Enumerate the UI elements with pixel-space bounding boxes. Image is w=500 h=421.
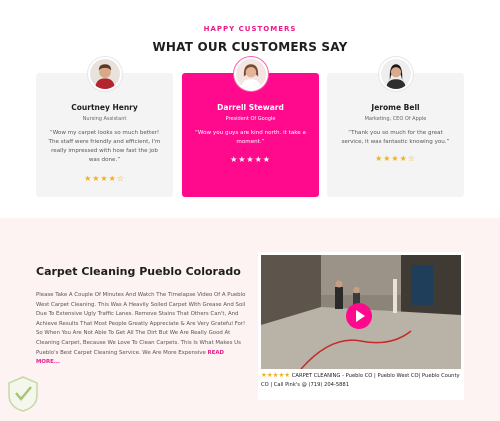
customer-name: Courtney Henry: [71, 103, 138, 112]
avatar: [87, 57, 122, 91]
video-thumbnail[interactable]: [261, 255, 461, 369]
star-rating: ★★★★☆: [84, 174, 125, 183]
promo-body: Please Take A Couple Of Minutes And Watc…: [36, 291, 246, 368]
testimonial-card: Courtney Henry Nursing Assistant “Wow my…: [36, 57, 173, 197]
carpet-cleaning-section: Carpet Cleaning Pueblo Colorado Please T…: [0, 218, 500, 421]
promo-body-text: Please Take A Couple Of Minutes And Watc…: [36, 292, 246, 356]
avatar: [233, 57, 268, 91]
section-eyebrow: HAPPY CUSTOMERS: [203, 25, 297, 33]
testimonials-section: HAPPY CUSTOMERS WHAT OUR CUSTOMERS SAY C…: [0, 0, 500, 215]
promo-title: Carpet Cleaning Pueblo Colorado: [36, 265, 241, 278]
testimonial-card: Darrell Steward President Of Google “Wow…: [182, 57, 319, 197]
customer-role: President Of Google: [225, 116, 276, 122]
section-title: WHAT OUR CUSTOMERS SAY: [152, 40, 348, 54]
customer-name: Jerome Bell: [371, 103, 420, 112]
testimonial-quote: “Wow you guys are kind north. it take a …: [195, 130, 306, 145]
star-rating: ★★★★☆: [375, 154, 416, 163]
testimonial-quote: “Thank you so much for the great service…: [341, 130, 450, 145]
video-embed[interactable]: ★★★★★ CARPET CLEANING - Pueblo CO | Pueb…: [258, 252, 464, 400]
customer-role: Nursing Assistant: [82, 116, 127, 122]
customer-role: Marketing, CEO Of Apple: [364, 116, 427, 122]
caption-text: CARPET CLEANING - Pueblo CO | Pueblo Wes…: [261, 373, 460, 388]
avatar: [378, 57, 413, 91]
video-caption: ★★★★★ CARPET CLEANING - Pueblo CO | Pueb…: [261, 371, 461, 390]
customer-name: Darrell Steward: [217, 103, 284, 112]
certification-badge-icon: [6, 375, 40, 413]
star-rating: ★★★★★: [230, 155, 271, 164]
testimonial-quote: “Wow my carpet looks so much better! The…: [48, 130, 161, 163]
play-button[interactable]: [346, 303, 372, 329]
caption-stars: ★★★★★: [261, 371, 291, 379]
testimonial-card: Jerome Bell Marketing, CEO Of Apple “Tha…: [327, 57, 464, 197]
